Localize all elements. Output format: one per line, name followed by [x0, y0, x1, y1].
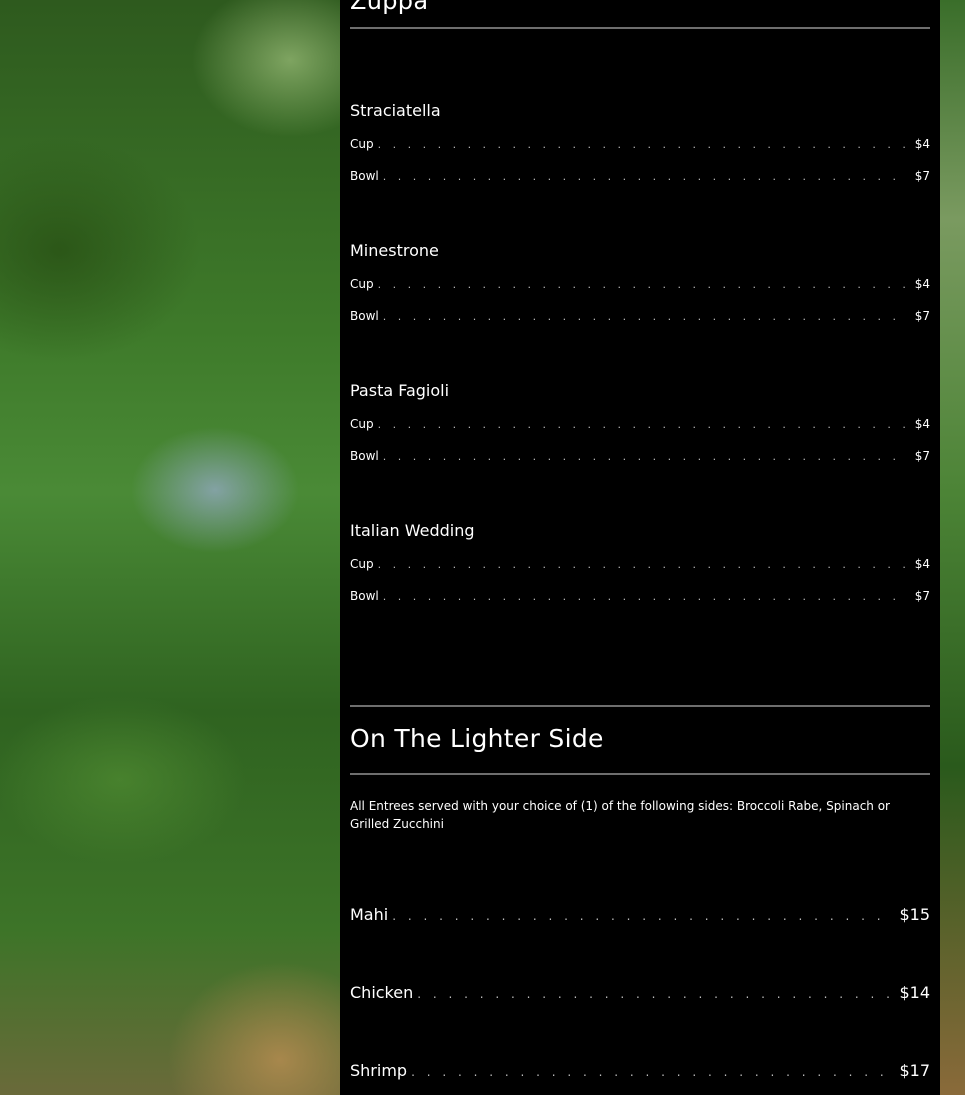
size-label: Bowl: [350, 169, 379, 183]
price-value: $7: [914, 309, 930, 323]
size-label: Bowl: [350, 309, 379, 323]
menu-panel: Zuppa Straciatella Cup $4 Bowl $7 Minest…: [340, 0, 940, 1095]
dot-leader: [378, 417, 907, 433]
price-value: $7: [914, 449, 930, 463]
entree-name: Shrimp: [350, 1061, 408, 1080]
price-row: Cup $4: [350, 556, 930, 572]
dot-leader: [378, 137, 907, 153]
price-value: $7: [914, 589, 930, 603]
size-label: Bowl: [350, 449, 379, 463]
entree-price: $14: [899, 983, 930, 1002]
section-divider: [350, 705, 930, 707]
size-label: Cup: [350, 137, 374, 151]
dot-leader: [411, 1061, 891, 1083]
size-label: Cup: [350, 417, 374, 431]
sides-note: All Entrees served with your choice of (…: [350, 799, 890, 831]
entree-row: Chicken $14: [350, 982, 930, 1004]
section-title-zuppa: Zuppa: [350, 0, 429, 15]
dot-leader: [383, 589, 907, 605]
section-title-lighter-side: On The Lighter Side: [350, 724, 604, 753]
background-photo-edge: [940, 0, 965, 1095]
entree-name: Chicken: [350, 983, 414, 1002]
price-row: Bowl $7: [350, 588, 930, 604]
entree-row: Mahi $15: [350, 904, 930, 926]
section-divider: [350, 773, 930, 775]
entree-name: Mahi: [350, 905, 389, 924]
dot-leader: [383, 449, 907, 465]
menu-item-name: Straciatella: [350, 101, 441, 120]
dot-leader: [383, 309, 907, 325]
price-value: $4: [914, 557, 930, 571]
dot-leader: [378, 557, 907, 573]
entree-price: $17: [899, 1061, 930, 1080]
price-row: Cup $4: [350, 136, 930, 152]
price-value: $4: [914, 417, 930, 431]
price-value: $4: [914, 137, 930, 151]
dot-leader: [383, 169, 907, 185]
dot-leader: [378, 277, 907, 293]
entree-price: $15: [899, 905, 930, 924]
price-value: $4: [914, 277, 930, 291]
size-label: Cup: [350, 557, 374, 571]
size-label: Cup: [350, 277, 374, 291]
price-row: Cup $4: [350, 416, 930, 432]
menu-item-name: Pasta Fagioli: [350, 381, 450, 400]
price-row: Bowl $7: [350, 168, 930, 184]
entree-row: Shrimp $17: [350, 1060, 930, 1082]
menu-item-name: Italian Wedding: [350, 521, 475, 540]
dot-leader: [392, 905, 891, 927]
price-row: Cup $4: [350, 276, 930, 292]
menu-item-name: Minestrone: [350, 241, 439, 260]
dot-leader: [417, 983, 891, 1005]
size-label: Bowl: [350, 589, 379, 603]
price-value: $7: [914, 169, 930, 183]
section-divider: [350, 27, 930, 29]
price-row: Bowl $7: [350, 448, 930, 464]
price-row: Bowl $7: [350, 308, 930, 324]
